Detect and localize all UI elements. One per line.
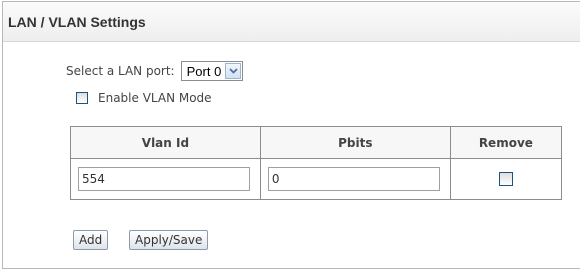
- pbits-cell: [259, 158, 451, 200]
- vlan-table: Vlan Id Pbits Remove: [70, 126, 563, 200]
- enable-vlan-mode-label: Enable VLAN Mode: [98, 91, 212, 105]
- table-header-row: Vlan Id Pbits Remove: [70, 126, 563, 159]
- column-header-remove: Remove: [449, 126, 563, 159]
- table-row: [70, 158, 563, 200]
- lan-port-label: Select a LAN port:: [66, 64, 175, 78]
- vlan-id-input[interactable]: [78, 167, 250, 191]
- lan-port-row: Select a LAN port: Port 0: [66, 59, 244, 83]
- lan-port-selected-value: Port 0: [186, 63, 222, 79]
- column-header-pbits: Pbits: [259, 126, 451, 159]
- panel-title: LAN / VLAN Settings: [3, 2, 580, 42]
- remove-cell: [449, 158, 563, 200]
- enable-vlan-mode-checkbox[interactable]: [76, 92, 88, 104]
- pbits-input[interactable]: [267, 167, 440, 191]
- column-header-vlan-id: Vlan Id: [70, 126, 261, 159]
- vlan-mode-row: Enable VLAN Mode: [76, 89, 212, 107]
- remove-checkbox[interactable]: [498, 172, 513, 187]
- chevron-down-icon[interactable]: [225, 63, 242, 79]
- lan-port-select[interactable]: Port 0: [180, 61, 244, 81]
- add-button[interactable]: Add: [73, 230, 109, 250]
- apply-save-button[interactable]: Apply/Save: [129, 230, 209, 250]
- vlan-id-cell: [70, 158, 261, 200]
